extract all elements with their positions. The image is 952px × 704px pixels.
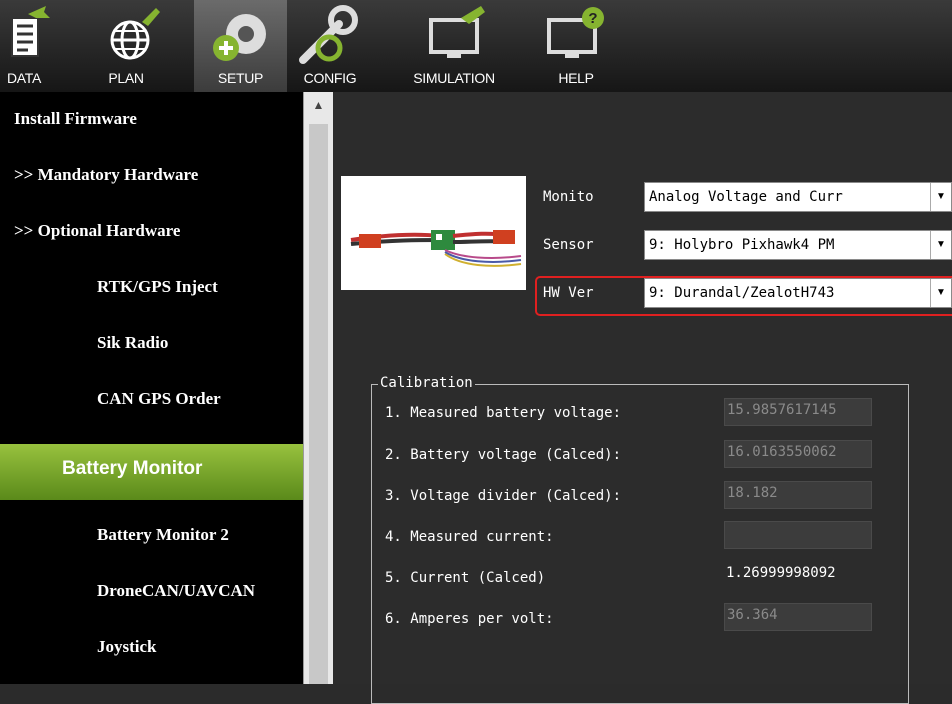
sidebar-item-label: RTK/GPS Inject: [97, 277, 218, 296]
amperes-per-volt-field[interactable]: 36.364: [724, 603, 872, 631]
toolbar-simulation-button[interactable]: SIMULATION: [373, 0, 535, 92]
calibration-row-label: 4. Measured current:: [385, 529, 554, 545]
sidebar-item-label: DroneCAN/UAVCAN: [97, 581, 256, 600]
battery-monitor-panel: Monito Analog Voltage and Curr ▼ Sensor …: [333, 92, 952, 704]
toolbar-setup-label: SETUP: [217, 70, 264, 86]
monitor-label: Monito: [543, 189, 594, 205]
toolbar-plan-label: PLAN: [108, 70, 144, 86]
sidebar-scrollbar[interactable]: ▲: [303, 92, 333, 684]
calibration-row-label: 2. Battery voltage (Calced):: [385, 447, 622, 463]
sidebar-item-can-gps-order[interactable]: CAN GPS Order: [0, 372, 303, 428]
toolbar-help-button[interactable]: ? HELP: [535, 0, 617, 92]
setup-icon: [213, 14, 266, 61]
sidebar-item-rtk-gps-inject[interactable]: RTK/GPS Inject: [0, 260, 303, 316]
sidebar-item-label: Install Firmware: [14, 109, 137, 128]
toolbar-data-button[interactable]: DATA: [0, 0, 50, 92]
calibration-row-label: 5. Current (Calced): [385, 570, 546, 586]
measured-voltage-field[interactable]: 15.9857617145: [724, 398, 872, 426]
data-icon: [11, 6, 50, 57]
toolbar-help-label: HELP: [558, 70, 594, 86]
simulation-icon: [429, 6, 485, 58]
sidebar-item-label: >> Optional Hardware: [14, 221, 181, 240]
scroll-up-arrow-icon[interactable]: ▲: [304, 92, 333, 118]
sensor-select[interactable]: 9: Holybro Pixhawk4 PM ▼: [644, 230, 952, 260]
sidebar-item-label: Sik Radio: [97, 333, 169, 352]
measured-current-field[interactable]: [724, 521, 872, 549]
calibration-row-label: 1. Measured battery voltage:: [385, 405, 622, 421]
calced-voltage-field: 16.0163550062: [724, 440, 872, 468]
sensor-select-value: 9: Holybro Pixhawk4 PM: [649, 237, 835, 253]
config-icon: [299, 5, 358, 64]
plan-icon: [110, 8, 160, 60]
sidebar-item-label: >> Mandatory Hardware: [14, 165, 199, 184]
monitor-select-value: Analog Voltage and Curr: [649, 189, 843, 205]
hw-ver-highlight-box: [535, 276, 952, 316]
toolbar-data-label: DATA: [6, 70, 42, 86]
sidebar-item-dronecan-uavcan[interactable]: DroneCAN/UAVCAN: [0, 564, 303, 620]
power-module-image: [341, 176, 526, 290]
sidebar-item-joystick[interactable]: Joystick: [0, 620, 303, 676]
sidebar-item-label: Battery Monitor 2: [97, 525, 229, 544]
calibration-title: Calibration: [378, 375, 475, 391]
chevron-down-icon[interactable]: ▼: [930, 183, 951, 211]
sidebar-item-install-firmware[interactable]: Install Firmware: [0, 92, 303, 148]
monitor-select[interactable]: Analog Voltage and Curr ▼: [644, 182, 952, 212]
toolbar-setup-button[interactable]: SETUP: [194, 0, 287, 92]
toolbar-plan-button[interactable]: PLAN: [48, 0, 194, 92]
main-toolbar: DATA PLAN SETUP CONFIG SIMULATION ? HELP: [0, 0, 952, 92]
sensor-label: Sensor: [543, 237, 594, 253]
sidebar-item-mandatory-hardware[interactable]: >> Mandatory Hardware: [0, 148, 303, 204]
setup-sidebar: Install Firmware >> Mandatory Hardware >…: [0, 92, 303, 684]
chevron-down-icon[interactable]: ▼: [930, 231, 951, 259]
sidebar-item-sik-radio[interactable]: Sik Radio: [0, 316, 303, 372]
toolbar-config-button[interactable]: CONFIG: [287, 0, 373, 92]
scrollbar-thumb[interactable]: [309, 124, 328, 684]
sidebar-item-optional-hardware[interactable]: >> Optional Hardware: [0, 204, 303, 260]
help-icon: ?: [547, 7, 604, 58]
svg-text:?: ?: [588, 10, 597, 27]
toolbar-simulation-label: SIMULATION: [413, 70, 495, 86]
calibration-row-label: 6. Amperes per volt:: [385, 611, 554, 627]
sidebar-item-label: Battery Monitor: [62, 458, 203, 479]
sidebar-item-battery-monitor-2[interactable]: Battery Monitor 2: [0, 508, 303, 564]
calced-current-field: 1.26999998092: [724, 562, 872, 590]
voltage-divider-field: 18.182: [724, 481, 872, 509]
sidebar-item-label: Joystick: [97, 637, 157, 656]
toolbar-config-label: CONFIG: [303, 70, 357, 86]
sidebar-item-battery-monitor[interactable]: Battery Monitor: [0, 444, 303, 500]
calibration-row-label: 3. Voltage divider (Calced):: [385, 488, 622, 504]
sidebar-item-label: CAN GPS Order: [97, 389, 221, 408]
